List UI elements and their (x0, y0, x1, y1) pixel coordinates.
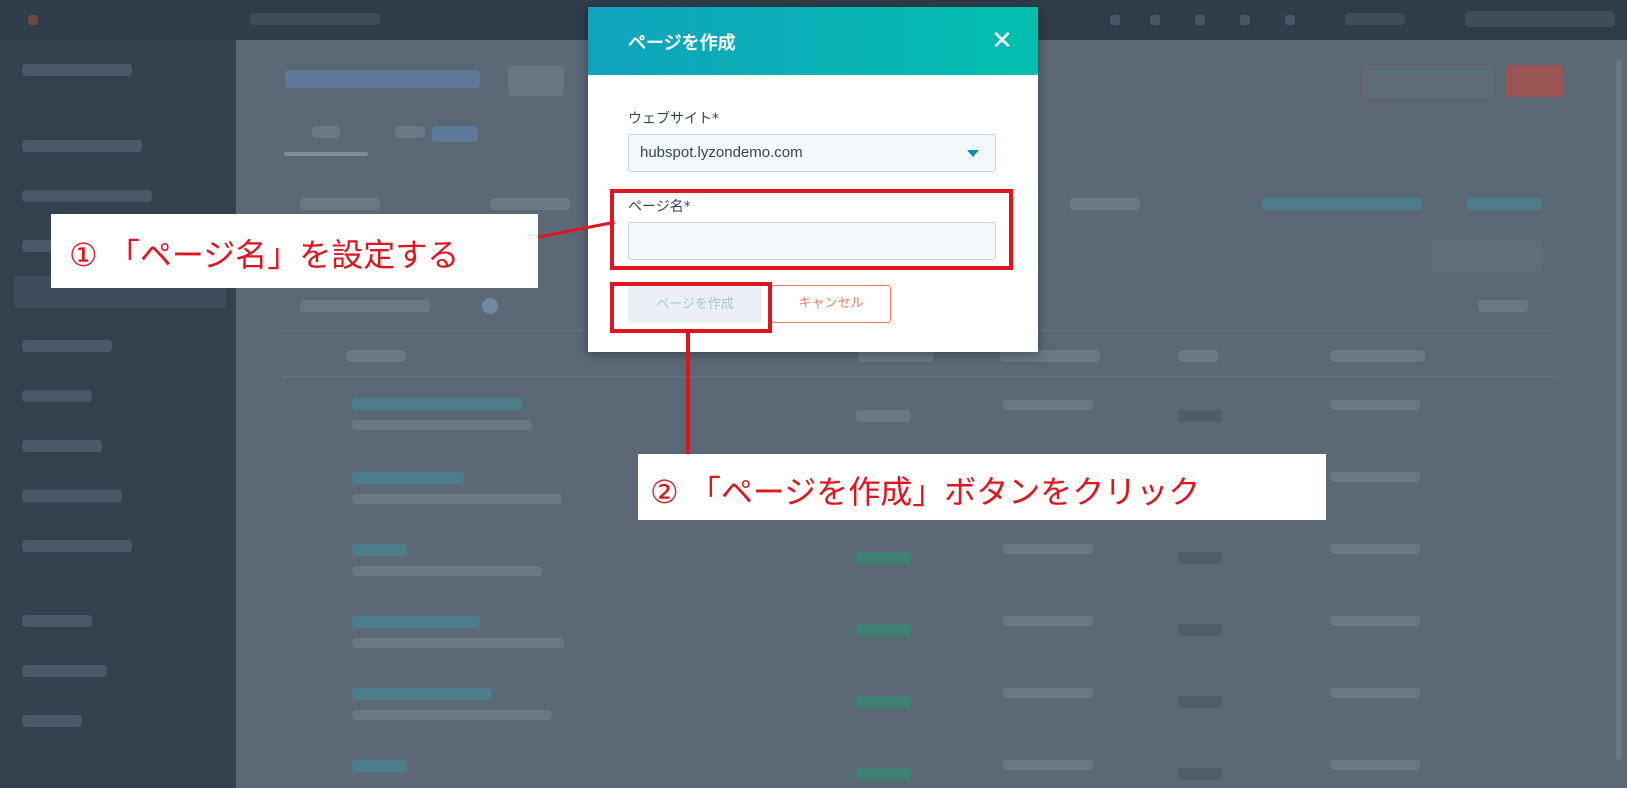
website-select-value: hubspot.lyzondemo.com (640, 144, 803, 161)
row-sub-placeholder (352, 638, 564, 648)
row-date-placeholder (1003, 688, 1093, 698)
cancel-button[interactable]: キャンセル (771, 285, 891, 323)
row-author-placeholder (1178, 410, 1222, 422)
filter-placeholder (490, 198, 570, 210)
column-header-placeholder (346, 350, 406, 362)
sidebar-item (22, 140, 142, 152)
row-date-placeholder (1330, 688, 1420, 698)
toolbar-button-placeholder (1432, 240, 1542, 272)
secondary-action-placeholder (1362, 65, 1494, 99)
row-sub-placeholder (352, 494, 562, 504)
help-icon (1150, 15, 1160, 25)
tab-active-underline (284, 152, 368, 156)
upgrade-link-placeholder (1345, 13, 1405, 25)
row-date-placeholder (1330, 760, 1420, 770)
row-author-placeholder (1178, 624, 1222, 636)
row-author-placeholder (1178, 768, 1222, 780)
step1-annotation: ① 「ページ名」を設定する (51, 214, 538, 288)
sidebar-item (22, 340, 112, 352)
sidebar-item (22, 665, 107, 677)
account-menu-placeholder (250, 13, 380, 25)
row-status-placeholder (856, 624, 911, 636)
row-date-placeholder (1003, 616, 1093, 626)
heading-dropdown-placeholder (508, 66, 564, 96)
website-select[interactable]: hubspot.lyzondemo.com (628, 134, 996, 172)
user-menu-placeholder (1465, 11, 1615, 27)
pagination-placeholder (1478, 300, 1528, 312)
search-icon (1110, 15, 1120, 25)
tab-placeholder (395, 126, 425, 138)
row-title-placeholder (352, 616, 480, 628)
row-status-placeholder (856, 696, 911, 708)
row-author-placeholder (1178, 552, 1222, 564)
page-name-highlight-box (610, 189, 1013, 270)
table-header-line (282, 376, 1557, 377)
chevron-down-icon (967, 150, 979, 157)
row-title-placeholder (352, 544, 407, 556)
row-sub-placeholder (352, 420, 532, 430)
modal-title: ページを作成 (628, 33, 736, 54)
marketplace-icon (1285, 15, 1295, 25)
search-icon-placeholder (482, 298, 498, 314)
settings-icon (1195, 15, 1205, 25)
row-date-placeholder (1330, 544, 1420, 554)
row-status-placeholder (856, 552, 911, 564)
row-date-placeholder (1330, 400, 1420, 410)
search-placeholder (300, 300, 430, 312)
tab-placeholder (312, 126, 340, 138)
sidebar-item (22, 440, 102, 452)
row-date-placeholder (1003, 400, 1093, 410)
row-date-placeholder (1330, 616, 1420, 626)
sidebar-item (22, 64, 132, 76)
filter-placeholder (1070, 198, 1140, 210)
scrollbar-track[interactable] (1616, 60, 1622, 760)
notifications-icon (1240, 15, 1250, 25)
filter-link-placeholder (1262, 198, 1422, 210)
column-header-placeholder (1330, 350, 1425, 362)
row-status-placeholder (856, 410, 911, 422)
sidebar-item (22, 540, 132, 552)
row-date-placeholder (1003, 760, 1093, 770)
step2-annotation: ② 「ページを作成」ボタンをクリック (638, 454, 1326, 520)
row-sub-placeholder (352, 710, 552, 720)
row-title-placeholder (352, 472, 464, 484)
logo-icon (28, 15, 38, 25)
row-status-placeholder (856, 768, 911, 780)
beta-badge-placeholder (432, 126, 478, 142)
row-date-placeholder (1003, 544, 1093, 554)
step2-connector-line (686, 333, 690, 455)
create-button-highlight-box (610, 282, 772, 333)
website-label: ウェブサイト* (628, 111, 719, 127)
row-date-placeholder (1330, 472, 1420, 482)
column-header-placeholder (1178, 350, 1218, 362)
left-sidebar (0, 40, 236, 788)
page-heading-placeholder (285, 70, 480, 88)
row-sub-placeholder (352, 566, 542, 576)
sidebar-item (22, 190, 152, 202)
row-title-placeholder (352, 398, 522, 410)
row-title-placeholder (352, 760, 407, 772)
primary-action-placeholder (1505, 65, 1563, 97)
sidebar-item (22, 490, 122, 502)
close-icon[interactable]: ✕ (988, 27, 1016, 55)
row-author-placeholder (1178, 696, 1222, 708)
sidebar-item (22, 390, 92, 402)
sidebar-item (22, 615, 92, 627)
filter-link-placeholder (1467, 198, 1542, 210)
modal-header: ページを作成 ✕ (588, 7, 1038, 75)
filter-placeholder (300, 198, 380, 210)
sidebar-item (22, 715, 82, 727)
row-title-placeholder (352, 688, 492, 700)
